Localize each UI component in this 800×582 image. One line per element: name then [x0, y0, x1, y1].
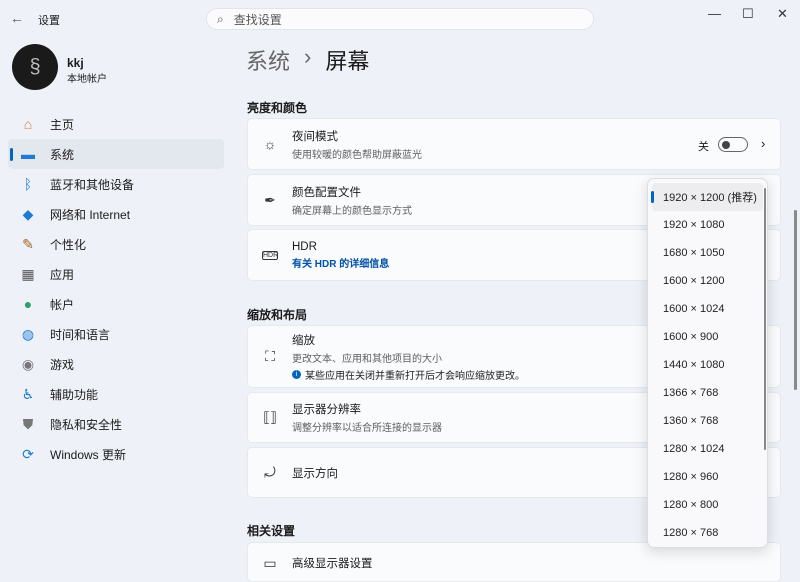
search-input[interactable]: ⌕ 查找设置 — [206, 8, 594, 30]
bluetooth-icon: ᛒ — [20, 176, 36, 192]
search-placeholder: 查找设置 — [234, 11, 282, 28]
resolution-option[interactable]: 1600 × 1024 — [652, 295, 763, 323]
razer-logo-icon: § — [29, 56, 40, 79]
account-icon: ● — [20, 296, 36, 312]
resolution-option[interactable]: 1600 × 900 — [652, 323, 763, 351]
globe-icon: ◍ — [20, 326, 36, 343]
sidebar-item-home[interactable]: ⌂ 主页 — [8, 109, 224, 139]
sidebar-item-globe[interactable]: ◍ 时间和语言 — [8, 319, 224, 349]
sidebar-item-label: 蓝牙和其他设备 — [50, 176, 134, 193]
hdr-title: HDR — [292, 241, 389, 253]
sidebar-item-gamepad[interactable]: ◉ 游戏 — [8, 349, 224, 379]
info-icon: i — [292, 370, 301, 379]
sidebar-item-label: 主页 — [50, 116, 74, 133]
sidebar-item-label: 辅助功能 — [50, 386, 98, 403]
app-title: 设置 — [38, 12, 60, 28]
section-related: 相关设置 — [247, 522, 295, 539]
sidebar-item-shield[interactable]: ⛊ 隐私和安全性 — [8, 409, 224, 439]
brightness-icon: ☼ — [262, 136, 278, 152]
resolution-option[interactable]: 1280 × 768 — [652, 519, 763, 547]
night-mode-state: 关 — [698, 138, 709, 154]
hdr-icon: HDR — [262, 251, 278, 260]
breadcrumb-parent[interactable]: 系统 — [246, 44, 290, 76]
chevron-right-icon: › — [761, 136, 765, 151]
resolution-title: 显示器分辨率 — [292, 401, 442, 417]
user-account-type: 本地帐户 — [67, 70, 107, 85]
resolution-dropdown[interactable]: 1920 × 1200 (推荐)1920 × 10801680 × 105016… — [647, 178, 768, 548]
breadcrumb: 系统 › 屏幕 — [246, 44, 369, 76]
sidebar-item-update[interactable]: ⟳ Windows 更新 — [8, 439, 224, 469]
scale-sub: 更改文本、应用和其他项目的大小 — [292, 350, 525, 365]
wifi-icon: ◆ — [20, 206, 36, 223]
sidebar-nav: ⌂ 主页 ▬ 系统 ᛒ 蓝牙和其他设备 ◆ 网络和 Internet ✎ 个性化 ▦ 应用 ● 帐户 ◍ 时间… — [8, 109, 224, 469]
sidebar-item-label: 系统 — [50, 146, 74, 163]
sidebar-item-label: Windows 更新 — [50, 446, 126, 463]
apps-icon: ▦ — [20, 266, 36, 283]
resolution-option[interactable]: 1920 × 1200 (推荐) — [652, 183, 763, 211]
page-title: 屏幕 — [325, 44, 369, 76]
resolution-option[interactable]: 1920 × 1080 — [652, 211, 763, 239]
sidebar-item-account[interactable]: ● 帐户 — [8, 289, 224, 319]
resolution-option[interactable]: 1680 × 1050 — [652, 239, 763, 267]
user-name: kkj — [67, 56, 84, 70]
maximize-button[interactable]: ☐ — [742, 6, 754, 22]
system-icon: ▬ — [20, 146, 36, 162]
resolution-icon: ⟦⟧ — [262, 409, 278, 426]
window-scrollbar[interactable] — [794, 210, 797, 390]
orientation-title: 显示方向 — [292, 465, 338, 481]
resolution-option[interactable]: 1440 × 1080 — [652, 351, 763, 379]
resolution-option[interactable]: 1280 × 960 — [652, 463, 763, 491]
home-icon: ⌂ — [20, 116, 36, 132]
sidebar-item-label: 应用 — [50, 266, 74, 283]
night-mode-toggle[interactable] — [718, 137, 748, 152]
update-icon: ⟳ — [20, 446, 36, 463]
gamepad-icon: ◉ — [20, 356, 36, 373]
scale-icon: ⛶ — [262, 348, 278, 365]
night-mode-card[interactable]: ☼ 夜间模式使用较暖的颜色帮助屏蔽蓝光 关 › — [247, 118, 781, 170]
shield-icon: ⛊ — [20, 416, 36, 433]
brush-icon: ✎ — [20, 236, 36, 253]
back-button[interactable]: ← — [10, 10, 24, 26]
minimize-button[interactable]: — — [708, 6, 721, 21]
sidebar-item-label: 个性化 — [50, 236, 86, 253]
scale-title: 缩放 — [292, 332, 525, 348]
resolution-option[interactable]: 1600 × 1200 — [652, 267, 763, 295]
sidebar-item-bluetooth[interactable]: ᛒ 蓝牙和其他设备 — [8, 169, 224, 199]
scale-note: 某些应用在关闭并重新打开后才会响应缩放更改。 — [305, 367, 525, 382]
sidebar-item-apps[interactable]: ▦ 应用 — [8, 259, 224, 289]
accessibility-icon: ♿ — [20, 386, 36, 403]
resolution-sub: 调整分辨率以适合所连接的显示器 — [292, 419, 442, 434]
avatar[interactable]: § — [12, 44, 58, 90]
sidebar-item-brush[interactable]: ✎ 个性化 — [8, 229, 224, 259]
dropdown-scrollbar[interactable] — [764, 188, 766, 450]
sidebar-item-wifi[interactable]: ◆ 网络和 Internet — [8, 199, 224, 229]
rotate-icon: ⤾ — [262, 464, 278, 481]
advanced-display-card[interactable]: ▭ 高级显示器设置 — [247, 542, 781, 582]
search-icon: ⌕ — [217, 12, 224, 27]
color-profile-sub: 确定屏幕上的颜色显示方式 — [292, 202, 412, 217]
night-mode-sub: 使用较暖的颜色帮助屏蔽蓝光 — [292, 146, 422, 161]
night-mode-title: 夜间模式 — [292, 128, 422, 144]
resolution-option[interactable]: 1280 × 800 — [652, 491, 763, 519]
sidebar-item-label: 网络和 Internet — [50, 206, 130, 223]
section-scale-layout: 缩放和布局 — [247, 306, 307, 323]
advanced-display-title: 高级显示器设置 — [292, 555, 373, 571]
resolution-option[interactable]: 1366 × 768 — [652, 379, 763, 407]
sidebar-item-accessibility[interactable]: ♿ 辅助功能 — [8, 379, 224, 409]
sidebar-item-label: 帐户 — [50, 296, 74, 313]
breadcrumb-separator: › — [304, 44, 311, 76]
color-profile-title: 颜色配置文件 — [292, 184, 412, 200]
resolution-option[interactable]: 1280 × 1024 — [652, 435, 763, 463]
sidebar-item-label: 游戏 — [50, 356, 74, 373]
close-button[interactable]: ✕ — [777, 6, 788, 22]
sidebar-item-system[interactable]: ▬ 系统 — [8, 139, 224, 169]
hdr-link[interactable]: 有关 HDR 的详细信息 — [292, 255, 389, 270]
sidebar-item-label: 时间和语言 — [50, 326, 110, 343]
section-brightness: 亮度和颜色 — [247, 99, 307, 116]
resolution-option[interactable]: 1360 × 768 — [652, 407, 763, 435]
sidebar-item-label: 隐私和安全性 — [50, 416, 122, 433]
pen-icon: ✒ — [262, 192, 278, 209]
